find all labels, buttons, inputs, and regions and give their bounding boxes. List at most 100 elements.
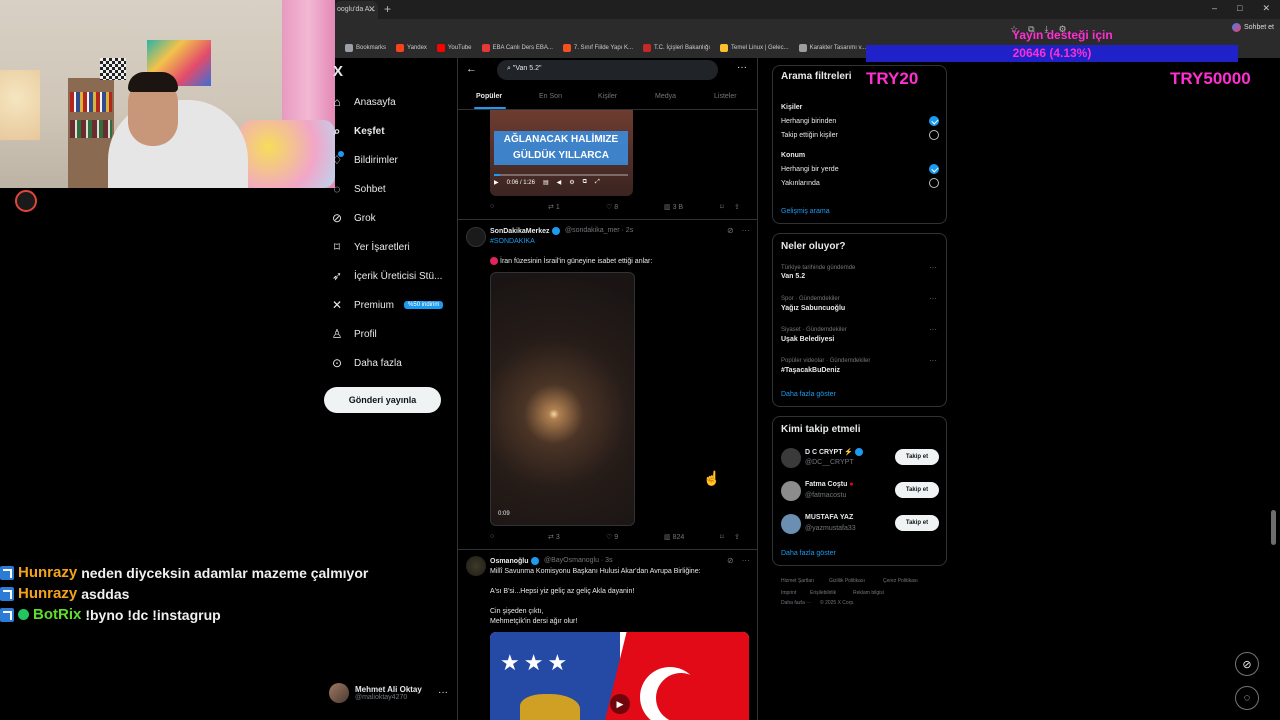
show-more-follow-link[interactable]: Daha fazla göster [781,550,836,557]
like-button[interactable]: ♡ 8 [606,203,664,211]
trend-name[interactable]: Uşak Belediyesi [781,336,834,343]
share-icon[interactable]: ⇪ [734,203,740,211]
bookmark-item[interactable]: EBA Canlı Ders EBA... [481,44,553,52]
fullscreen-icon[interactable]: ⤢ [595,179,600,186]
follow-button[interactable]: Takip et [895,482,939,498]
nav-explore[interactable]: ⌕ Keşfet [330,124,452,139]
trend-name[interactable]: Yağız Sabuncuoğlu [781,305,845,312]
tweet-author[interactable]: Osmanoğlu [490,557,541,565]
nav-home[interactable]: ⌂ Anasayfa [330,95,452,109]
tab-media[interactable]: Medya [655,93,676,100]
address-bar[interactable] [335,19,1280,38]
more-dots-icon[interactable]: ··· [929,325,937,334]
bookmark-item[interactable]: 7. Sınıf Fiilde Yapı K... [562,44,633,52]
footer-link[interactable]: Hizmet Şartları [781,578,814,584]
more-dots-icon[interactable]: ··· [929,263,937,272]
radio-following[interactable] [929,130,939,140]
tweet-handle[interactable]: @sondakika_mer · 2s [565,227,633,234]
nav-chat[interactable]: ◌ Sohbet [330,182,452,196]
follow-button[interactable]: Takip et [895,515,939,531]
share-icon[interactable]: ⇪ [734,533,740,541]
retweet-button[interactable]: ⇄ 1 [548,203,606,211]
minimize-button[interactable]: – [1212,3,1217,14]
tab-latest[interactable]: En Son [539,93,562,100]
reply-icon[interactable]: ○ [490,533,548,541]
like-button[interactable]: ♡ 9 [606,533,664,541]
bookmark-icon[interactable]: ⌑ [720,203,734,211]
nav-creator-studio[interactable]: ➶ İçerik Üreticisi Stü... [330,269,452,283]
close-icon[interactable]: ✕ [368,4,376,15]
search-input[interactable]: ⌕ "Van 5.2" [497,60,718,80]
advanced-search-link[interactable]: Gelişmiş arama [781,208,830,215]
views-button[interactable]: ▥ 3 B [664,203,720,211]
back-arrow-icon[interactable]: ← [466,63,477,75]
play-icon[interactable]: ▶ [494,179,499,186]
grok-icon[interactable]: ⊘ [727,556,734,565]
more-dots-icon[interactable]: ··· [929,356,937,365]
maximize-button[interactable]: □ [1237,3,1242,14]
follow-button[interactable]: Takip et [895,449,939,465]
avatar[interactable] [466,556,486,576]
suggested-user-name[interactable]: D C CRYPT ⚡ [805,448,865,457]
filter-option-label[interactable]: Herhangi bir yerde [781,166,839,173]
tweet-author[interactable]: SonDakikaMerkez [490,227,562,235]
show-more-trends-link[interactable]: Daha fazla göster [781,391,836,398]
more-dots-icon[interactable]: ··· [742,226,750,235]
tab-people[interactable]: Kişiler [598,93,617,100]
suggested-user-name[interactable]: MUSTAFA YAZ [805,514,853,521]
more-dots-icon[interactable]: ··· [929,294,937,303]
trend-name[interactable]: Van 5.2 [781,273,805,280]
new-tab-icon[interactable]: + [384,2,391,16]
bookmark-item[interactable]: Bookmarks [345,44,386,52]
bookmark-item[interactable]: Yandex [396,44,427,52]
more-dots-icon[interactable]: ··· [737,62,747,73]
volume-icon[interactable]: ◀ [557,179,562,186]
bookmark-item[interactable]: Temel Linux | Gelec... [720,44,789,52]
nav-profile[interactable]: ♙ Profil [330,327,452,341]
hashtag-link[interactable]: #SONDAKIKA [490,238,535,245]
close-window-button[interactable]: ✕ [1262,3,1270,14]
tab-lists[interactable]: Listeler [714,93,737,100]
footer-link[interactable]: Gizlilik Politikası [829,578,865,584]
video-progress-track[interactable] [494,174,628,176]
tweet-video[interactable] [490,272,635,526]
grok-icon[interactable]: ⊘ [727,226,734,235]
footer-link[interactable]: Imprint [781,590,796,596]
footer-link[interactable]: Reklam bilgisi [853,590,884,596]
reply-icon[interactable]: ○ [490,203,548,211]
post-button[interactable]: Gönderi yayınla [324,387,441,413]
more-dots-icon[interactable]: ··· [742,556,750,565]
nav-notifications[interactable]: ♢ Bildirimler [330,153,452,167]
filter-option-label[interactable]: Takip ettiğin kişiler [781,132,838,139]
filter-option-label[interactable]: Yakınlarında [781,180,820,187]
suggested-user-name[interactable]: Fatma Coştu ● [805,481,854,488]
radio-near-you[interactable] [929,178,939,188]
copilot-chip[interactable]: Sohbet et [1232,23,1274,32]
filter-option-label[interactable]: Herhangi birinden [781,118,836,125]
x-logo[interactable]: X [333,63,343,80]
tweet-handle[interactable]: @BayOsmanoglu · 3s [544,557,613,564]
avatar[interactable] [781,481,801,501]
radio-anywhere[interactable] [929,164,939,174]
grok-float-button[interactable]: ⊘ [1235,652,1259,676]
tweet-video[interactable]: ★★★ ▶ [490,632,749,720]
chat-float-button[interactable]: ◌ [1235,686,1259,710]
scrollbar[interactable] [1271,510,1276,545]
nav-more[interactable]: ⊙ Daha fazla [330,356,452,370]
views-button[interactable]: ▥ 824 [664,533,720,541]
bookmark-icon[interactable]: ⌑ [720,533,734,541]
footer-link[interactable]: Çerez Politikası [883,578,918,584]
nav-grok[interactable]: ⊘ Grok [330,211,452,225]
play-icon[interactable]: ▶ [610,694,630,714]
radio-anyone[interactable] [929,116,939,126]
account-switcher[interactable]: Mehmet Ali Oktay @malioktay4270 [329,683,422,703]
avatar[interactable] [781,514,801,534]
nav-premium[interactable]: ✕ Premium %50 indirim [330,298,452,312]
avatar[interactable] [466,227,486,247]
nav-bookmarks[interactable]: ⌑ Yer İşaretleri [330,240,452,254]
bookmark-item[interactable]: YouTube [436,44,472,52]
avatar[interactable] [781,448,801,468]
settings-icon[interactable]: ⚙ [569,179,574,186]
retweet-button[interactable]: ⇄ 3 [548,533,606,541]
bookmark-item[interactable]: T.C. İçişleri Bakanlığı [643,44,710,52]
